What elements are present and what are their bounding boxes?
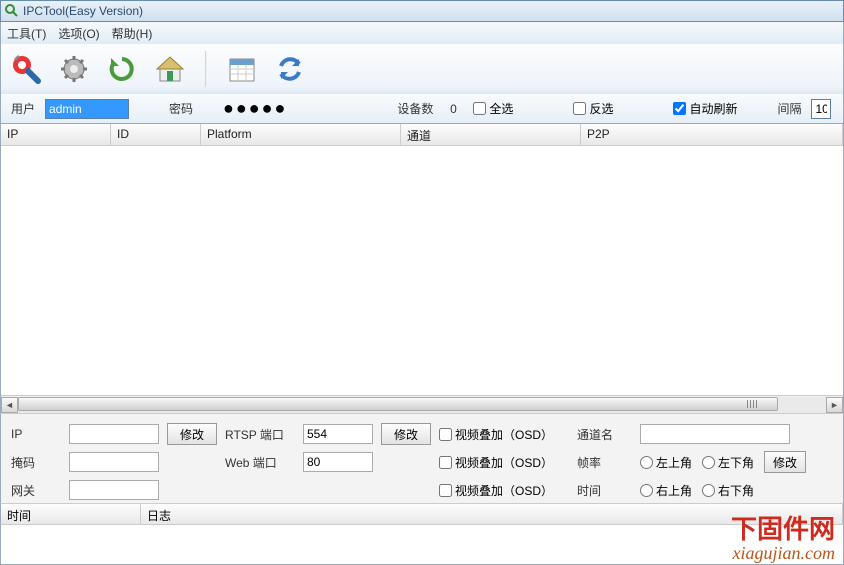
watermark-cn: 下固件网 <box>731 516 835 545</box>
watermark: 下固件网 xiagujian.com <box>731 516 835 564</box>
mask-input[interactable] <box>69 452 159 472</box>
autorefresh-checkbox[interactable]: 自动刷新 <box>673 100 737 117</box>
toolbar-separator <box>205 51 207 87</box>
web-input[interactable] <box>303 452 373 472</box>
rtsp-label: RTSP 端口 <box>225 426 295 443</box>
scroll-right-icon[interactable]: ► <box>826 397 843 413</box>
tool-gear-icon[interactable] <box>57 52 91 86</box>
time-label: 时间 <box>577 482 632 499</box>
gateway-label: 网关 <box>11 482 61 499</box>
grid-header: IP ID Platform 通道 P2P <box>1 124 843 146</box>
col-ip[interactable]: IP <box>1 124 111 145</box>
scroll-left-icon[interactable]: ◄ <box>1 397 18 413</box>
window-title: IPCTool(Easy Version) <box>23 4 143 18</box>
user-label: 用户 <box>11 100 35 117</box>
col-channel[interactable]: 通道 <box>401 124 581 145</box>
user-input[interactable] <box>45 99 129 119</box>
menu-tools[interactable]: 工具(T) <box>7 25 46 42</box>
tool-sync-icon[interactable] <box>273 52 307 86</box>
pos-tr-radio[interactable]: 左下角 <box>702 454 754 471</box>
ip-label: IP <box>11 427 61 441</box>
channel-name-input[interactable] <box>640 424 790 444</box>
ip-input[interactable] <box>69 424 159 444</box>
interval-input[interactable] <box>811 99 831 119</box>
osd-fps-checkbox[interactable]: 视频叠加（OSD） <box>439 454 569 471</box>
pos-br-radio[interactable]: 右下角 <box>702 482 754 499</box>
tool-refresh-icon[interactable] <box>105 52 139 86</box>
menubar: 工具(T) 选项(O) 帮助(H) <box>0 22 844 44</box>
osd-channel-checkbox[interactable]: 视频叠加（OSD） <box>439 426 569 443</box>
toolbar <box>0 44 844 94</box>
watermark-en: xiagujian.com <box>731 544 835 564</box>
app-icon <box>5 4 19 18</box>
interval-label: 间隔 <box>777 100 801 117</box>
log-col-time[interactable]: 时间 <box>1 504 141 524</box>
password-input[interactable]: ●●●●● <box>223 98 287 119</box>
col-p2p[interactable]: P2P <box>581 124 843 145</box>
col-platform[interactable]: Platform <box>201 124 401 145</box>
rtsp-input[interactable] <box>303 424 373 444</box>
position-row1: 左上角 左下角 修改 <box>640 451 840 473</box>
credentials-row: 用户 密码 ●●●●● 设备数 0 全选 反选 自动刷新 间隔 <box>0 94 844 124</box>
settings-panel: IP 修改 RTSP 端口 修改 视频叠加（OSD） 通道名 设备类型 掩码 W… <box>0 413 844 503</box>
ip-modify-button[interactable]: 修改 <box>167 423 217 445</box>
invert-checkbox[interactable]: 反选 <box>573 100 613 117</box>
gateway-input[interactable] <box>69 480 159 500</box>
grid-body[interactable] <box>1 146 843 395</box>
scroll-grip-icon <box>747 400 757 408</box>
scroll-track[interactable] <box>18 397 826 413</box>
pos-bl-radio[interactable]: 右上角 <box>640 482 692 499</box>
menu-help[interactable]: 帮助(H) <box>112 25 153 42</box>
pos-modify-button[interactable]: 修改 <box>764 451 806 473</box>
main-grid: IP ID Platform 通道 P2P ◄ ► <box>0 124 844 413</box>
scroll-thumb[interactable] <box>18 397 778 411</box>
mask-label: 掩码 <box>11 454 61 471</box>
channel-name-label: 通道名 <box>577 426 632 443</box>
col-id[interactable]: ID <box>111 124 201 145</box>
log-header: 时间 日志 <box>0 503 844 525</box>
app-window: IPCTool(Easy Version) 工具(T) 选项(O) 帮助(H) … <box>0 0 844 565</box>
log-body[interactable]: 下固件网 xiagujian.com <box>0 525 844 565</box>
rtsp-modify-button[interactable]: 修改 <box>381 423 431 445</box>
pos-tl-radio[interactable]: 左上角 <box>640 454 692 471</box>
tool-home-icon[interactable] <box>153 52 187 86</box>
selectall-checkbox[interactable]: 全选 <box>473 100 513 117</box>
fps-label: 帧率 <box>577 454 632 471</box>
devcount-value: 0 <box>443 102 463 116</box>
position-row2: 右上角 右下角 <box>640 482 840 499</box>
web-label: Web 端口 <box>225 454 295 471</box>
horizontal-scrollbar[interactable]: ◄ ► <box>1 395 843 413</box>
titlebar[interactable]: IPCTool(Easy Version) <box>0 0 844 22</box>
tool-settings-icon[interactable] <box>9 52 43 86</box>
password-label: 密码 <box>169 100 193 117</box>
tool-calendar-icon[interactable] <box>225 52 259 86</box>
menu-options[interactable]: 选项(O) <box>58 25 99 42</box>
osd-time-checkbox[interactable]: 视频叠加（OSD） <box>439 482 569 499</box>
devcount-label: 设备数 <box>397 100 433 117</box>
